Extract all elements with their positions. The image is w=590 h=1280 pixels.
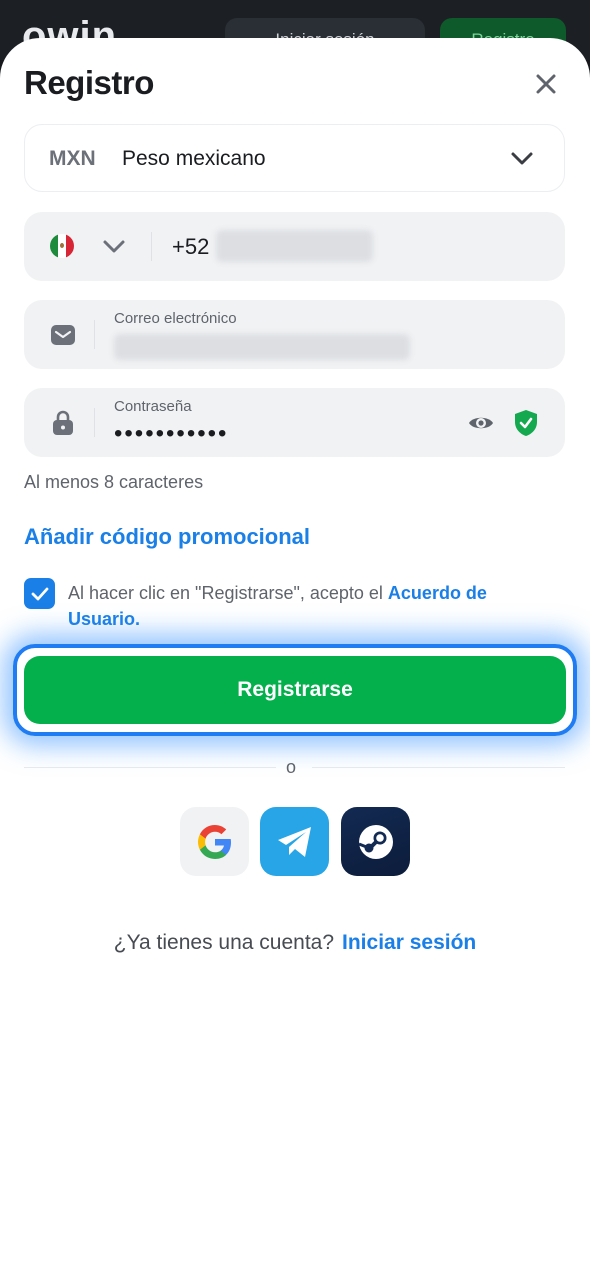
divider-left [24, 767, 276, 768]
terms-text: Al hacer clic en "Registrarse", acepto e… [68, 583, 388, 603]
password-separator [94, 408, 95, 437]
register-button[interactable]: Registrarse [24, 656, 566, 724]
lock-icon [50, 410, 76, 436]
email-separator [94, 320, 95, 349]
password-field[interactable]: Contraseña ••••••••••• [24, 388, 565, 457]
telegram-icon [277, 826, 311, 857]
signin-prompt: ¿Ya tienes una cuenta? Iniciar sesión [0, 931, 590, 955]
email-field[interactable]: Correo electrónico [24, 300, 565, 369]
registration-sheet: Registro MXN Peso mexicano +52 Correo el… [0, 38, 590, 1280]
currency-name: Peso mexicano [122, 147, 266, 170]
check-icon [31, 587, 48, 600]
mail-icon [50, 322, 76, 348]
email-label: Correo electrónico [114, 310, 237, 327]
sheet-title: Registro [24, 64, 154, 101]
steam-signin-button[interactable] [341, 807, 410, 876]
email-value-redacted [114, 334, 410, 360]
eye-icon[interactable] [467, 410, 495, 436]
currency-select[interactable]: MXN Peso mexicano [24, 124, 565, 192]
password-value: ••••••••••• [114, 420, 229, 447]
shield-check-icon [515, 410, 537, 436]
telegram-signin-button[interactable] [260, 807, 329, 876]
password-label: Contraseña [114, 398, 192, 415]
google-signin-button[interactable] [180, 807, 249, 876]
signin-link[interactable]: Iniciar sesión [342, 931, 476, 954]
terms-consent-text: Al hacer clic en "Registrarse", acepto e… [68, 580, 558, 632]
password-hint: Al menos 8 caracteres [24, 472, 204, 492]
phone-prefix: +52 [172, 234, 210, 259]
currency-code: MXN [49, 147, 96, 170]
phone-field[interactable]: +52 [24, 212, 565, 281]
divider-or: o [286, 757, 297, 777]
signin-question: ¿Ya tienes una cuenta? [113, 931, 335, 954]
google-icon [197, 824, 231, 859]
close-icon [536, 74, 556, 94]
phone-separator [151, 232, 152, 261]
chevron-down-icon [511, 152, 533, 165]
phone-number-redacted [216, 230, 373, 262]
divider-right [312, 767, 565, 768]
terms-checkbox[interactable] [24, 578, 55, 609]
add-promo-code-link[interactable]: Añadir código promocional [24, 524, 310, 550]
mexico-flag-icon[interactable] [50, 234, 74, 258]
close-button[interactable] [526, 64, 566, 104]
country-chevron-down-icon[interactable] [102, 235, 126, 259]
steam-icon [357, 824, 393, 859]
